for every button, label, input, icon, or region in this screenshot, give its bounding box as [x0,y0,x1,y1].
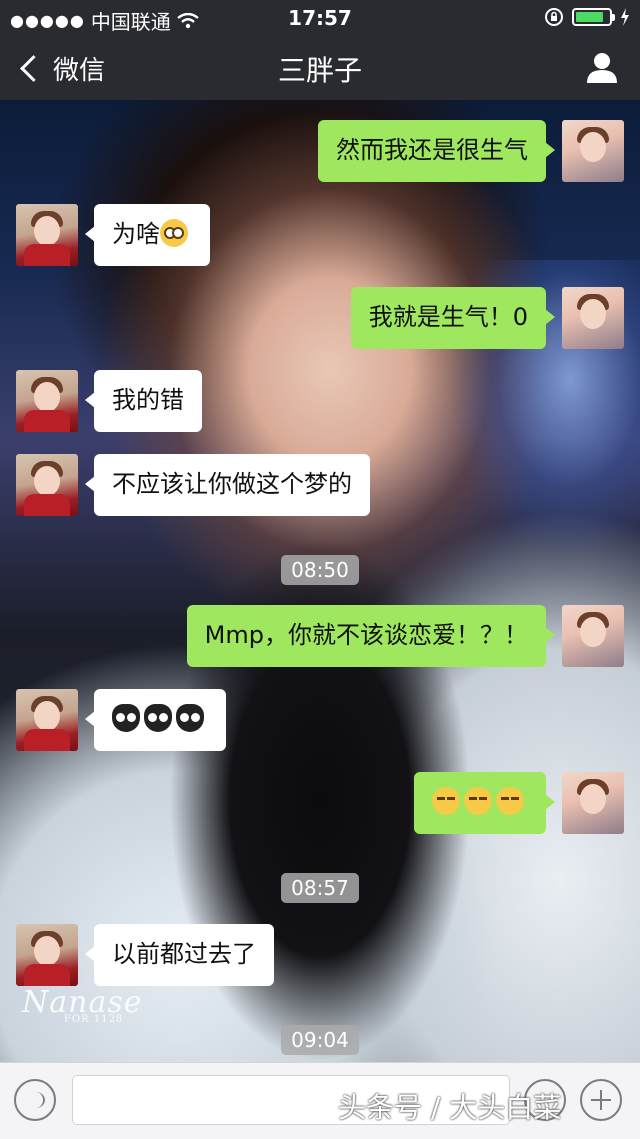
my-message-bubble[interactable]: Mmp，你就不该谈恋爱！？！ [186,605,556,667]
message-row: 为啥 [16,204,210,266]
unamused-face-emoji-icon [496,787,524,815]
my-avatar[interactable] [562,120,624,182]
unamused-face-emoji-icon [464,787,492,815]
message-row: 我就是生气！0 [350,287,624,349]
my-avatar[interactable] [562,287,624,349]
message-text: 以前都过去了 [112,940,256,968]
contact-avatar[interactable] [16,454,78,516]
message-text: 然而我还是很生气 [336,136,528,164]
contact-message-bubble[interactable]: 以前都过去了 [85,924,274,986]
my-message-bubble[interactable] [414,772,555,834]
message-row: 然而我还是很生气 [318,120,624,182]
message-row [414,772,624,834]
timestamp-text: 09:04 [281,1025,359,1055]
contact-avatar[interactable] [16,689,78,751]
contact-message-bubble[interactable] [85,689,226,751]
chat-title: 三胖子 [277,54,362,87]
my-avatar[interactable] [562,605,624,667]
message-row: 以前都过去了 [16,924,274,986]
battery-icon [572,8,615,26]
contact-message-bubble[interactable]: 不应该让你做这个梦的 [85,454,370,516]
contact-message-bubble[interactable]: 为啥 [85,204,210,266]
timestamp: 08:50 [0,555,640,585]
message-text: 我就是生气！0 [368,303,528,331]
message-text: 为啥 [112,220,160,248]
sheep-face-emoji-icon [144,704,172,732]
unamused-face-emoji-icon [432,787,460,815]
message-text: 不应该让你做这个梦的 [112,470,352,498]
message-text: Mmp，你就不该谈恋爱！？！ [204,621,528,649]
charging-icon [621,8,629,26]
message-row [16,689,226,751]
contact-avatar[interactable] [16,370,78,432]
source-watermark: 头条号 / 大头白菜 [338,1091,562,1124]
my-avatar[interactable] [562,772,624,834]
contact-message-bubble[interactable]: 我的错 [85,370,202,432]
message-row: 我的错 [16,370,202,432]
timestamp: 08:57 [0,873,640,903]
contact-avatar[interactable] [16,924,78,986]
my-message-bubble[interactable]: 我就是生气！0 [350,287,556,349]
message-row: 不应该让你做这个梦的 [16,454,370,516]
background-signature: Nanase FOR 1128 [22,985,143,1025]
plus-icon[interactable] [580,1079,622,1121]
timestamp-text: 08:57 [281,873,359,903]
message-row: Mmp，你就不该谈恋爱！？！ [186,605,624,667]
contact-avatar[interactable] [16,204,78,266]
my-message-bubble[interactable]: 然而我还是很生气 [318,120,555,182]
chat-header: 微信 三胖子 [0,36,640,100]
timestamp: 09:04 [0,1025,640,1055]
flushed-face-emoji-icon [160,219,188,247]
voice-icon[interactable] [14,1079,56,1121]
sheep-face-emoji-icon [176,704,204,732]
rotation-lock-icon [545,8,563,26]
message-text: 我的错 [112,386,184,414]
timestamp-text: 08:50 [281,555,359,585]
sheep-face-emoji-icon [112,704,140,732]
profile-icon[interactable] [584,50,620,86]
status-bar: ●●●●● 中国联通 17:57 [0,0,640,36]
